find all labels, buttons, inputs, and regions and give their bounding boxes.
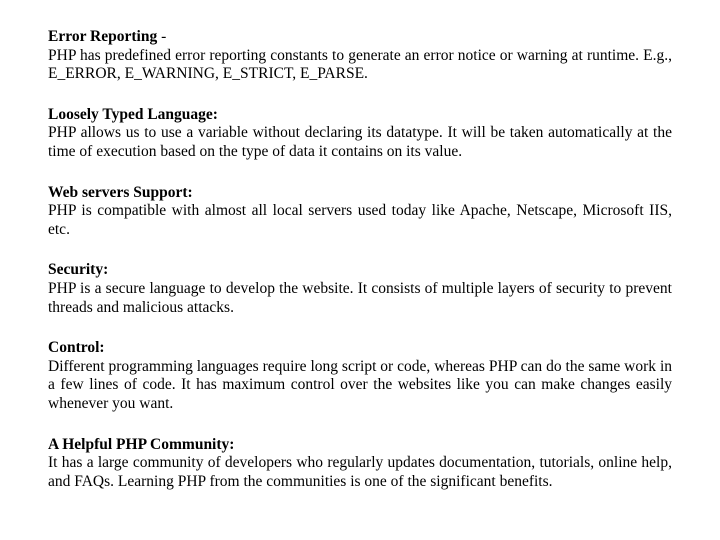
- body-text: PHP is compatible with almost all local …: [48, 202, 672, 239]
- section-community: A Helpful PHP Community: It has a large …: [48, 436, 672, 492]
- body-text: It has a large community of developers w…: [48, 454, 672, 491]
- heading: Error Reporting: [48, 28, 157, 45]
- section-control: Control: Different programming languages…: [48, 339, 672, 413]
- section-web-servers: Web servers Support: PHP is compatible w…: [48, 184, 672, 240]
- section-security: Security: PHP is a secure language to de…: [48, 261, 672, 317]
- heading: Control:: [48, 339, 105, 356]
- heading: A Helpful PHP Community:: [48, 436, 234, 453]
- body-text: PHP has predefined error reporting const…: [48, 47, 672, 84]
- section-loosely-typed: Loosely Typed Language: PHP allows us to…: [48, 106, 672, 162]
- heading: Security:: [48, 261, 108, 278]
- heading-sep: -: [157, 28, 166, 45]
- section-error-reporting: Error Reporting - PHP has predefined err…: [48, 28, 672, 84]
- body-text: Different programming languages require …: [48, 358, 672, 414]
- body-text: PHP allows us to use a variable without …: [48, 124, 672, 161]
- heading: Web servers Support:: [48, 184, 193, 201]
- body-text: PHP is a secure language to develop the …: [48, 280, 672, 317]
- heading: Loosely Typed Language:: [48, 106, 218, 123]
